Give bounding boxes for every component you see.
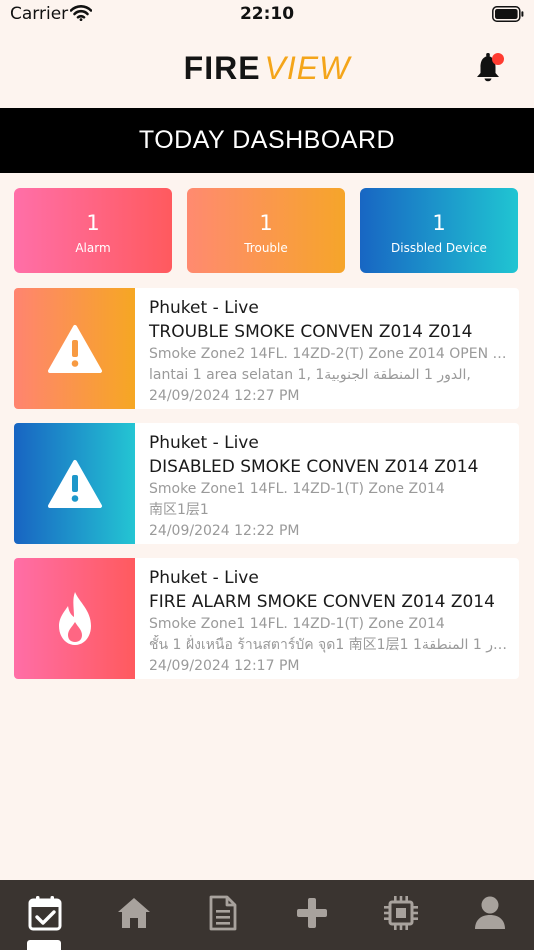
event-title: TROUBLE SMOKE CONVEN Z014 Z014 — [149, 322, 473, 342]
event-time: 24/09/2024 12:27 PM — [149, 388, 300, 404]
trouble-count: 1 — [259, 211, 273, 235]
bottom-tab-bar — [0, 880, 534, 950]
event-body: Phuket - Live TROUBLE SMOKE CONVEN Z014 … — [149, 296, 511, 407]
event-thumb — [14, 288, 135, 409]
active-tab-indicator — [27, 940, 61, 950]
event-card-disabled[interactable]: Phuket - Live DISABLED SMOKE CONVEN Z014… — [14, 423, 519, 544]
home-icon — [117, 898, 150, 928]
page-title: TODAY DASHBOARD — [138, 126, 396, 154]
event-location: 南区1层1 — [149, 502, 209, 518]
user-icon — [474, 896, 505, 929]
event-site: Phuket - Live — [149, 433, 259, 453]
event-body: Phuket - Live DISABLED SMOKE CONVEN Z014… — [149, 431, 511, 542]
event-location: ชั้น 1 ฝั่งเหนือ ร้านสตาร์บัค จุด1 南区1层1… — [149, 637, 511, 653]
document-icon — [209, 895, 236, 931]
disabled-device-label: Dissbled Device — [391, 241, 487, 255]
event-site: Phuket - Live — [149, 298, 259, 318]
trouble-label: Trouble — [244, 241, 288, 255]
event-title: FIRE ALARM SMOKE CONVEN Z014 Z014 — [149, 592, 495, 612]
status-bar: Carrier 22:10 — [0, 0, 534, 30]
battery-icon — [492, 6, 524, 22]
calendar-check-icon — [28, 896, 61, 931]
logo-primary: FIRE — [183, 50, 261, 86]
alarm-label: Alarm — [75, 241, 111, 255]
tab-home[interactable] — [89, 880, 178, 946]
tab-add[interactable] — [267, 880, 356, 946]
disabled-device-count: 1 — [432, 211, 446, 235]
tab-profile[interactable] — [445, 880, 534, 946]
notification-bell-icon[interactable] — [472, 50, 508, 86]
event-body: Phuket - Live FIRE ALARM SMOKE CONVEN Z0… — [149, 566, 511, 677]
app-logo: FIRE VIEW — [0, 50, 534, 86]
event-thumb — [14, 558, 135, 679]
alarm-count-card[interactable]: 1 Alarm — [14, 188, 172, 273]
event-title: DISABLED SMOKE CONVEN Z014 Z014 — [149, 457, 479, 477]
chip-icon — [383, 896, 418, 930]
notification-dot — [492, 53, 504, 65]
event-card-fire-alarm[interactable]: Phuket - Live FIRE ALARM SMOKE CONVEN Z0… — [14, 558, 519, 679]
disabled-device-count-card[interactable]: 1 Dissbled Device — [360, 188, 518, 273]
app-header: FIRE VIEW — [0, 30, 534, 108]
tab-reports[interactable] — [178, 880, 267, 946]
event-time: 24/09/2024 12:22 PM — [149, 523, 300, 539]
event-time: 24/09/2024 12:17 PM — [149, 658, 300, 674]
event-thumb — [14, 423, 135, 544]
event-site: Phuket - Live — [149, 568, 259, 588]
trouble-count-card[interactable]: 1 Trouble — [187, 188, 345, 273]
event-location: lantai 1 area selatan 1, 1الدور 1 المنطق… — [149, 367, 471, 383]
plus-icon — [296, 898, 327, 928]
flame-icon — [58, 591, 91, 645]
alarm-count: 1 — [86, 211, 100, 235]
warning-icon — [47, 324, 102, 373]
warning-icon — [47, 459, 102, 508]
logo-secondary: VIEW — [264, 50, 351, 86]
event-detail: Smoke Zone1 14FL. 14ZD-1(T) Zone Z014 — [149, 616, 445, 632]
clock: 22:10 — [239, 4, 295, 24]
event-detail: Smoke Zone2 14FL. 14ZD-2(T) Zone Z014 OP… — [149, 346, 511, 362]
tab-dashboard[interactable] — [0, 880, 89, 946]
event-card-trouble[interactable]: Phuket - Live TROUBLE SMOKE CONVEN Z014 … — [14, 288, 519, 409]
event-detail: Smoke Zone1 14FL. 14ZD-1(T) Zone Z014 — [149, 481, 445, 497]
dashboard-title-banner: TODAY DASHBOARD — [0, 108, 534, 173]
tab-devices[interactable] — [356, 880, 445, 946]
